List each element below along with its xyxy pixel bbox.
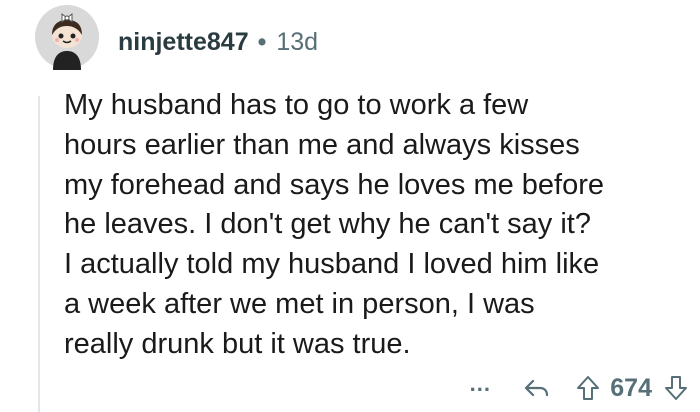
thread-line[interactable] — [38, 96, 40, 412]
comment: ninjette847 • 13d My husband has to go t… — [0, 0, 700, 412]
vote-score: 674 — [610, 373, 652, 402]
comment-age[interactable]: 13d — [276, 28, 318, 57]
upvote-arrow-icon — [577, 376, 600, 400]
meta-separator: • — [257, 27, 267, 56]
comment-header: ninjette847 • 13d — [118, 24, 318, 60]
downvote-arrow-icon — [665, 376, 687, 400]
snoo-avatar-with-bow-icon — [35, 5, 99, 70]
reply-arrow-icon — [525, 379, 549, 397]
avatar[interactable] — [34, 4, 100, 70]
more-options-button[interactable]: ... — [460, 371, 500, 405]
reply-button[interactable] — [524, 376, 550, 400]
username[interactable]: ninjette847 — [118, 28, 249, 57]
comment-actions: ... 674 — [460, 368, 688, 408]
ellipsis-icon: ... — [469, 371, 491, 396]
downvote-button[interactable] — [664, 375, 688, 401]
comment-body: My husband has to go to work a few hours… — [64, 89, 605, 360]
upvote-button[interactable] — [576, 375, 600, 401]
